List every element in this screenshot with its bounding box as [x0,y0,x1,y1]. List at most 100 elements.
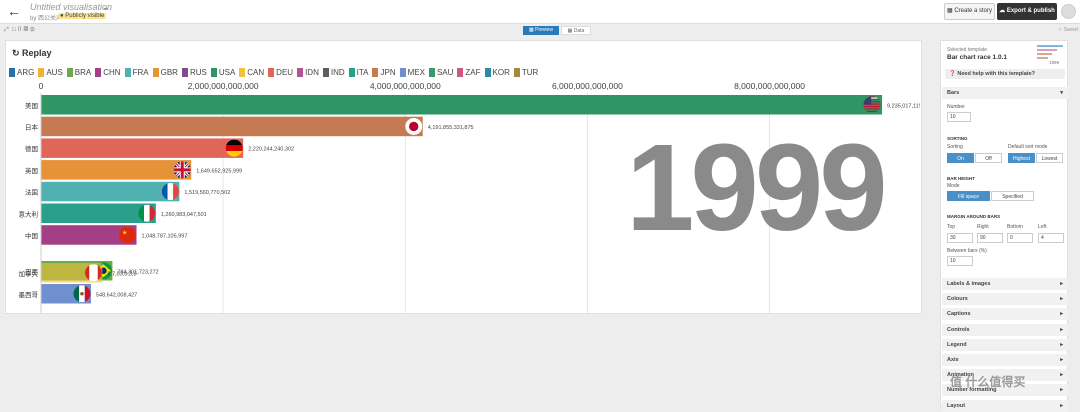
bar-value-label: 2,220,244,240,302 [248,147,294,153]
preview-toolbar: ⤢ □ ▯ ▤ ⚙ ▩ Preview ▦ Data ✓ Saved [0,25,1080,37]
bar-value-label: 1,260,983,047,501 [161,212,207,218]
bar-category-label: 美国 [25,101,38,110]
svg-text:★: ★ [122,229,127,236]
bar-fra: 法国 [25,181,180,202]
bar-value-label: 1,519,560,770,502 [184,190,230,196]
x-tick-label: 6,000,000,000,000 [552,81,623,91]
visibility-badge[interactable]: ● Publicly visible [58,13,107,19]
section-label: Legend [947,341,967,348]
create-story-button[interactable]: ▦ Create a story [944,3,995,20]
sort-highest-toggle[interactable]: Highest [1008,153,1035,163]
margin-top-label: Top [947,224,956,230]
flag-ita-icon [138,204,156,222]
need-help-label: Need help with this template? [957,71,1036,77]
bar-category-label: 墨西哥 [19,291,39,299]
section-label: Controls [947,326,970,333]
top-bar: ← Untitled visualisation ⌄ by 西公关声 ● Pub… [0,0,1080,24]
export-publish-button[interactable]: ☁ Export & publish [997,3,1057,20]
bar-jpn: 日本 [25,116,423,137]
bar-category-label: 英国 [25,166,38,175]
section-axis[interactable]: Axis ▸ [942,354,1068,366]
avatar[interactable] [1061,4,1076,19]
chevron-down-icon[interactable]: ⌄ [102,2,110,13]
bar-rect [41,95,882,115]
margin-heading: MARGIN AROUND BARS [947,214,1001,219]
bar-ita: 意大利 [19,203,156,223]
selected-template-label: Selected template [947,47,988,53]
visualisation-title[interactable]: Untitled visualisation [30,2,112,12]
bar-deu: 德国 [25,138,244,158]
sorting-label: Sorting [947,144,963,150]
margin-bottom-input[interactable]: 0 [1007,233,1033,243]
tab-preview-label: Preview [535,27,553,33]
section-label: Captions [947,311,971,318]
bar-rect [41,138,244,158]
bar-value-label: 1,048,787,105,997 [142,233,188,239]
section-label: Labels & images [947,281,991,287]
between-bars-input[interactable]: 10 [947,256,973,266]
mode-label: Mode [947,183,960,189]
sorting-off-toggle[interactable]: Off [975,153,1002,163]
bar-value-label: 4,191,855,331,875 [428,125,474,131]
bar-value-label: 6,7,03,0,3,8 [107,271,136,277]
template-name: Bar chart race 1.0.1 [947,54,1007,61]
saved-label: Saved [1063,27,1078,33]
chevron-right-icon: ▸ [1060,387,1063,394]
sorting-heading: SORTING [947,136,968,141]
tab-data[interactable]: ▦ Data [561,26,591,35]
chevron-down-icon: ▾ [1060,90,1063,96]
x-tick-label: 2,000,000,000,000 [188,81,259,91]
chevron-right-icon: ▸ [1060,281,1063,287]
margin-left-label: Left [1038,224,1047,230]
device-preview-icons[interactable]: ⤢ □ ▯ ▤ ⚙ [4,27,35,34]
bar-value-label: 9,235,017,11! [887,103,921,109]
section-captions[interactable]: Captions ▸ [942,308,1068,321]
flag-chn-icon: ★ [119,226,137,244]
section-label: Colours [947,296,968,303]
x-tick-label: 0 [39,81,44,91]
bar-rect [41,160,192,180]
fill-space-toggle[interactable]: Fill space [947,191,990,201]
section-layout[interactable]: Layout ▸ [942,399,1068,412]
sort-lowest-toggle[interactable]: Lowest [1036,153,1063,163]
bar-rect [41,181,180,202]
between-bars-label: Between bars (%) [947,248,987,254]
bar-category-label: 日本 [25,122,39,131]
margin-right-input[interactable]: 90 [977,233,1003,243]
margin-top-input[interactable]: 30 [947,233,973,243]
chevron-right-icon: ▸ [1060,357,1063,363]
section-controls[interactable]: Controls ▸ [942,323,1068,336]
margin-left-input[interactable]: 4 [1038,233,1064,243]
margin-right-label: Right [977,224,989,230]
number-input[interactable]: 10 [947,112,971,122]
section-labels-images[interactable]: Labels & images ▸ [942,278,1068,290]
need-help-button[interactable]: ❓ Need help with this template? [945,69,1065,79]
chevron-right-icon: ▸ [1060,311,1063,318]
saved-status: ✓ Saved [1058,27,1078,33]
current-year-label: 1999 [626,120,888,257]
bar-category-label: 德国 [25,144,38,153]
bar-value-label: 1,649,652,925,999 [196,168,242,174]
specified-toggle[interactable]: Specified [991,191,1034,201]
bar-category-label: 意大利 [19,209,39,218]
back-arrow-icon[interactable]: ← [7,3,21,19]
bar-value-label: 548,642,008,427 [96,292,137,298]
section-colours[interactable]: Colours ▸ [942,293,1068,306]
export-publish-label: Export & publish [1006,8,1055,14]
template-thumbnail-year: 1999 [1049,60,1060,65]
template-thumbnail[interactable]: 1999 [1037,44,1065,66]
default-sort-label: Default sort mode [1008,144,1048,150]
section-legend[interactable]: Legend ▸ [942,338,1068,351]
flag-mex-icon [73,285,91,303]
section-label: Axis [947,357,959,363]
section-label: Layout [947,402,966,409]
bar-category-label: 法国 [25,188,38,197]
tab-preview[interactable]: ▩ Preview [523,26,559,35]
bar-usa: 美国 [25,95,882,115]
watermark-logo: 值 什么值得买 [950,375,1026,389]
settings-panel: Selected template Bar chart race 1.0.1 1… [940,40,1068,412]
bar-category-label: 中国 [25,231,38,240]
section-bars[interactable]: Bars ▾ [942,87,1068,99]
bar-height-heading: BAR HEIGHT [947,176,975,181]
sorting-on-toggle[interactable]: On [947,153,974,163]
